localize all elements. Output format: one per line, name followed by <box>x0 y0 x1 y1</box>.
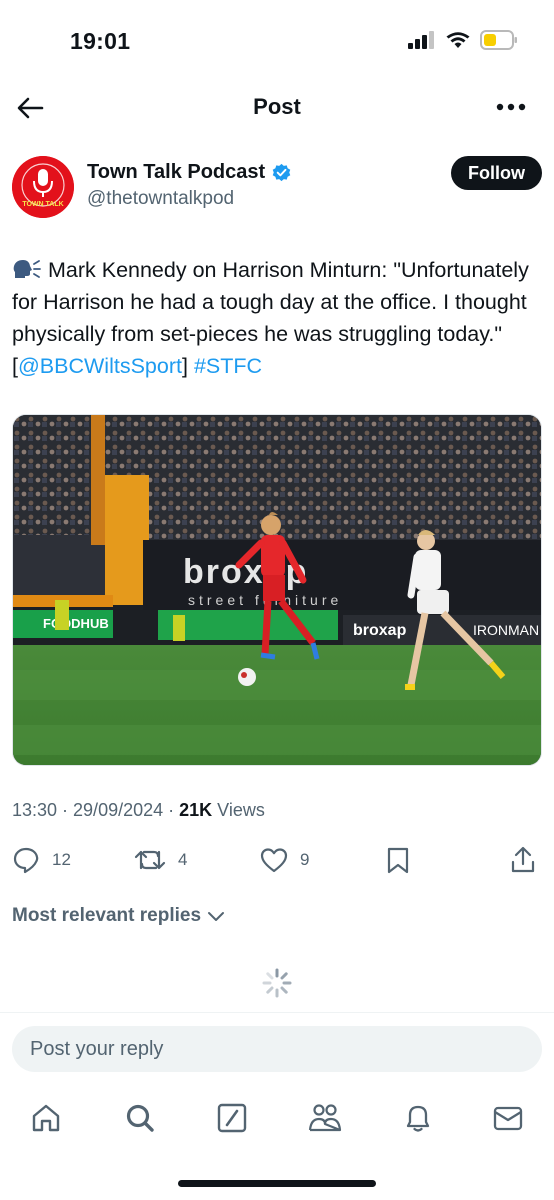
tab-notifications[interactable] <box>400 1100 436 1136</box>
tab-grok[interactable] <box>214 1100 250 1136</box>
more-button[interactable] <box>494 92 528 122</box>
share-icon <box>511 846 535 873</box>
follow-button[interactable]: Follow <box>451 156 542 190</box>
reply-button[interactable]: 12 <box>12 842 71 878</box>
avatar[interactable]: TOWN TALK <box>12 156 74 218</box>
signal-bars-icon <box>408 31 434 49</box>
chevron-down-icon <box>208 912 225 921</box>
status-time: 19:01 <box>70 28 131 54</box>
bottom-tab-bar <box>0 1094 554 1144</box>
tab-search[interactable] <box>122 1100 158 1136</box>
post-image[interactable]: broxap street furniture FOODHUB broxap I… <box>12 414 542 766</box>
status-bar: 19:01 <box>0 0 554 80</box>
mail-icon <box>493 1106 523 1131</box>
wifi-icon <box>446 32 470 48</box>
arrow-left-icon <box>17 97 44 119</box>
tab-home[interactable] <box>28 1100 64 1136</box>
author-name[interactable]: Town Talk Podcast <box>87 161 265 184</box>
reply-input[interactable]: Post your reply <box>12 1026 542 1072</box>
reply-placeholder: Post your reply <box>30 1037 164 1060</box>
board-text-4: IRONMAN <box>473 622 539 638</box>
post-text: Mark Kennedy on Harrison Minturn: "Unfor… <box>12 254 546 382</box>
speaking-head-icon <box>13 260 41 278</box>
bell-icon <box>406 1105 430 1132</box>
like-count: 9 <box>300 850 310 869</box>
status-icons <box>408 30 518 50</box>
home-indicator[interactable] <box>178 1180 376 1187</box>
views-count: 21K <box>179 800 213 820</box>
reply-count: 12 <box>52 850 71 869</box>
loading-spinner-icon <box>262 968 292 998</box>
more-horizontal-icon <box>496 103 526 111</box>
bookmark-icon <box>387 847 409 874</box>
author-handle[interactable]: @thetowntalkpod <box>87 188 234 210</box>
board-text-5: FOODHUB <box>43 616 109 631</box>
grok-icon <box>217 1103 247 1133</box>
repost-button[interactable]: 4 <box>134 842 187 878</box>
post-meta: 13:30 · 29/09/2024 · 21K Views <box>12 800 265 821</box>
replies-sort-label: Most relevant replies <box>12 905 202 926</box>
avatar-text: TOWN TALK <box>22 201 63 208</box>
football-photo: broxap street furniture FOODHUB broxap I… <box>13 415 541 765</box>
nav-header: Post <box>0 80 554 136</box>
post-timestamp[interactable]: 13:30 · 29/09/2024 · <box>12 800 179 820</box>
like-button[interactable]: 9 <box>260 842 309 878</box>
verified-badge-icon <box>272 163 291 182</box>
search-icon <box>126 1104 154 1132</box>
podcast-logo-icon: TOWN TALK <box>12 156 74 218</box>
hashtag-link[interactable]: #STFC <box>194 354 262 378</box>
divider <box>0 1012 554 1013</box>
views-label: Views <box>212 800 265 820</box>
mention-link[interactable]: @BBCWiltsSport <box>18 354 182 378</box>
heart-icon <box>260 848 288 873</box>
back-button[interactable] <box>14 92 46 124</box>
repost-count: 4 <box>178 850 188 869</box>
communities-icon <box>308 1104 342 1132</box>
comment-icon <box>13 847 39 874</box>
action-bar: 12 4 9 <box>12 842 542 880</box>
tab-communities[interactable] <box>307 1100 343 1136</box>
post-text-mid: ] <box>181 354 194 378</box>
author-name-wrap: Town Talk Podcast <box>87 161 292 184</box>
home-icon <box>32 1104 60 1132</box>
page-title: Post <box>253 94 301 119</box>
board-text-3: broxap <box>353 622 407 639</box>
bookmark-button[interactable] <box>386 842 410 878</box>
tab-messages[interactable] <box>490 1100 526 1136</box>
share-button[interactable] <box>510 842 536 878</box>
replies-sort-dropdown[interactable]: Most relevant replies <box>12 905 225 927</box>
author-row: TOWN TALK Town Talk Podcast @thetowntalk… <box>12 154 542 220</box>
battery-low-icon <box>480 30 517 50</box>
repost-icon <box>134 850 166 870</box>
